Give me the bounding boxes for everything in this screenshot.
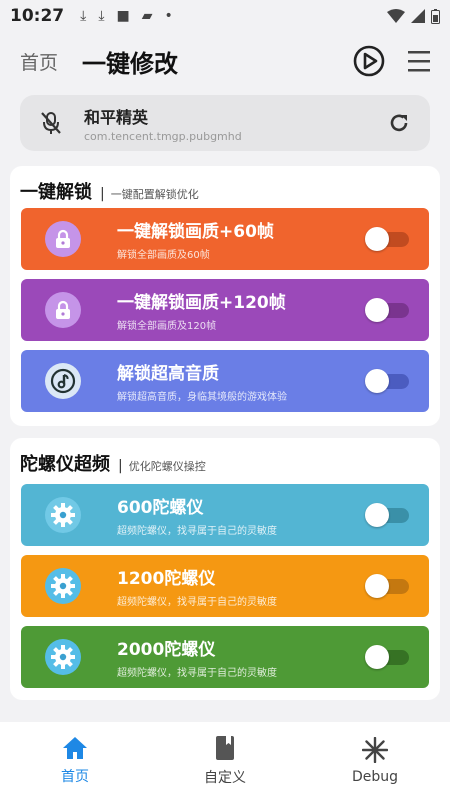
mic-off-icon xyxy=(41,112,61,134)
option-toggle[interactable] xyxy=(365,574,409,598)
status-time: 10:27 xyxy=(10,6,65,26)
option-title: 1200陀螺仪 xyxy=(117,569,216,589)
lock-icon xyxy=(45,221,81,257)
nav-debug-label: Debug xyxy=(351,769,399,785)
option-row[interactable]: 一键解锁画质+120帧解锁全部画质及120帧 xyxy=(21,279,429,341)
option-title: 解锁超高音质 xyxy=(117,364,219,384)
signal-icon xyxy=(411,9,425,23)
download-icon: ⤓ xyxy=(80,8,87,24)
nav-custom[interactable]: 自定义 xyxy=(175,735,275,787)
toggle-thumb xyxy=(365,369,389,393)
play-icon[interactable] xyxy=(352,44,386,78)
toggle-thumb xyxy=(365,227,389,251)
option-description: 超频陀螺仪，找寻属于自己的灵敏度 xyxy=(117,526,277,537)
option-toggle[interactable] xyxy=(365,503,409,527)
app-bar: 首页 一键修改 xyxy=(0,38,450,84)
gear-icon xyxy=(45,497,81,533)
option-description: 解锁全部画质及120帧 xyxy=(117,321,217,332)
dot-icon: • xyxy=(164,8,173,24)
option-row[interactable]: 2000陀螺仪超频陀螺仪，找寻属于自己的灵敏度 xyxy=(21,626,429,688)
option-title: 2000陀螺仪 xyxy=(117,640,216,660)
option-toggle[interactable] xyxy=(365,369,409,393)
app-name: 和平精英 xyxy=(84,107,149,127)
refresh-icon[interactable] xyxy=(388,112,410,134)
sd-card-icon: ▰ xyxy=(141,8,153,24)
option-description: 解锁超高音质，身临其境般的游戏体验 xyxy=(117,392,287,403)
section-subtitle: 一键配置解锁优化 xyxy=(110,188,199,201)
option-title: 一键解锁画质+60帧 xyxy=(117,222,274,242)
app-notification-icon: ■ xyxy=(116,8,130,24)
selected-app-card[interactable]: 和平精英 com.tencent.tmgp.pubgmhd xyxy=(20,95,430,151)
snowflake-icon xyxy=(362,737,388,763)
option-toggle[interactable] xyxy=(365,298,409,322)
toggle-thumb xyxy=(365,298,389,322)
page-title: 一键修改 xyxy=(82,49,179,78)
battery-icon xyxy=(431,8,440,24)
lock-icon xyxy=(45,292,81,328)
toggle-thumb xyxy=(365,645,389,669)
toggle-thumb xyxy=(365,574,389,598)
back-home-link[interactable]: 首页 xyxy=(20,48,58,75)
option-title: 600陀螺仪 xyxy=(117,498,204,518)
wifi-icon xyxy=(387,9,405,23)
gear-icon xyxy=(45,568,81,604)
section-title: 陀螺仪超频 xyxy=(20,454,110,475)
section-subtitle: 优化陀螺仪操控 xyxy=(128,460,206,473)
book-icon xyxy=(216,736,234,760)
home-icon xyxy=(63,737,87,759)
option-toggle[interactable] xyxy=(365,227,409,251)
section-title: 一键解锁 xyxy=(20,182,92,203)
nav-home-label: 首页 xyxy=(61,769,89,785)
section-gyroscope: 陀螺仪超频 | 优化陀螺仪操控 600陀螺仪 超频陀螺仪，找寻属于自己的灵敏度 12… xyxy=(10,438,440,700)
bottom-nav: 首页 自定义 Debug xyxy=(0,722,450,800)
menu-icon[interactable] xyxy=(408,49,430,73)
download-icon: ⤓ xyxy=(98,8,105,24)
nav-debug[interactable]: Debug xyxy=(325,737,425,785)
option-row[interactable]: 600陀螺仪超频陀螺仪，找寻属于自己的灵敏度 xyxy=(21,484,429,546)
section-unlock: 一键解锁 | 一键配置解锁优化 一键解锁画质+60帧 解锁全部画质及60帧 一键解锁… xyxy=(10,166,440,426)
app-package: com.tencent.tmgp.pubgmhd xyxy=(84,129,242,143)
option-title: 一键解锁画质+120帧 xyxy=(117,293,286,313)
option-row[interactable]: 一键解锁画质+60帧解锁全部画质及60帧 xyxy=(21,208,429,270)
status-bar: 10:27 ⤓ ⤓ ■ ▰ • xyxy=(0,0,450,32)
option-description: 超频陀螺仪，找寻属于自己的灵敏度 xyxy=(117,597,277,608)
nav-home[interactable]: 首页 xyxy=(25,736,125,786)
toggle-thumb xyxy=(365,503,389,527)
gear-icon xyxy=(45,639,81,675)
option-description: 解锁全部画质及60帧 xyxy=(117,250,210,261)
option-toggle[interactable] xyxy=(365,645,409,669)
music-note-icon xyxy=(45,363,81,399)
option-description: 超频陀螺仪，找寻属于自己的灵敏度 xyxy=(117,668,277,679)
option-row[interactable]: 1200陀螺仪超频陀螺仪，找寻属于自己的灵敏度 xyxy=(21,555,429,617)
nav-custom-label: 自定义 xyxy=(204,770,246,786)
option-row[interactable]: 解锁超高音质解锁超高音质，身临其境般的游戏体验 xyxy=(21,350,429,412)
